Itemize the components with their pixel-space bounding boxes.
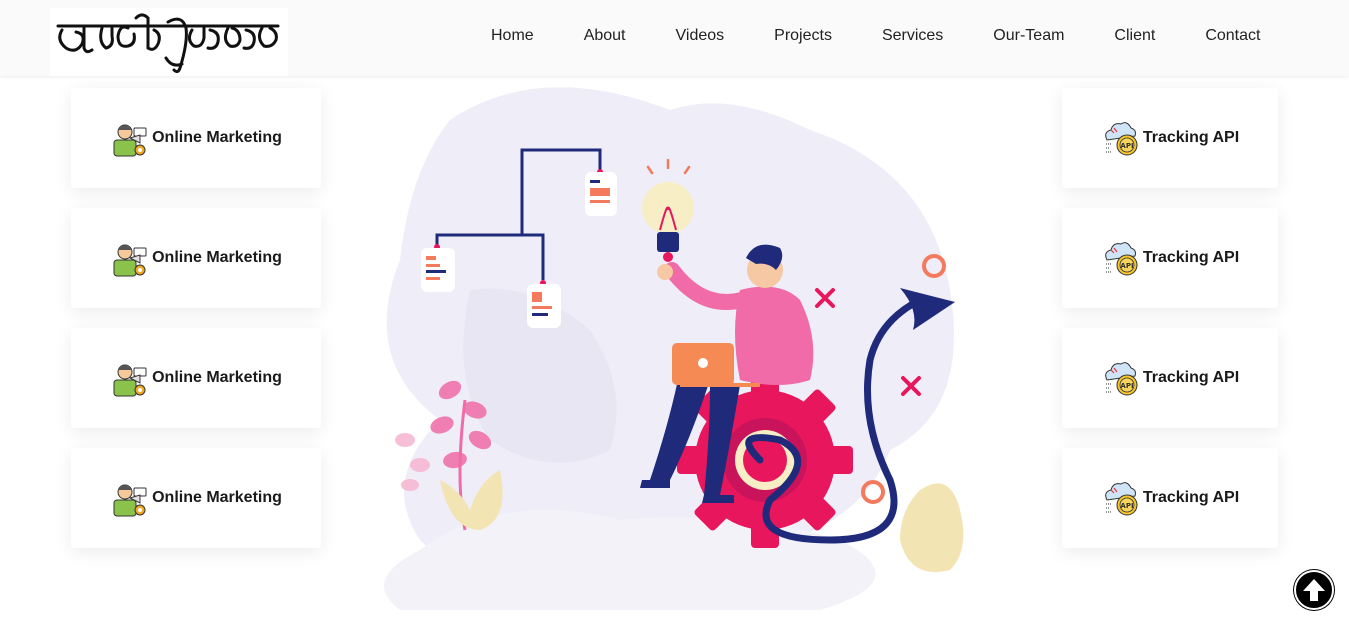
service-label: Online Marketing xyxy=(152,249,282,266)
svg-text:API: API xyxy=(1120,502,1133,510)
nav-contact[interactable]: Contact xyxy=(1180,0,1285,72)
marketing-person-icon xyxy=(113,124,147,157)
service-card-tracking-api[interactable]: API Tracking API xyxy=(1062,208,1278,308)
main-nav: Home About Videos Projects Services Our-… xyxy=(466,0,1285,72)
nav-client[interactable]: Client xyxy=(1089,0,1180,72)
navbar: Home About Videos Projects Services Our-… xyxy=(0,0,1349,76)
svg-text:API: API xyxy=(1120,382,1133,390)
service-label: Online Marketing xyxy=(152,489,282,506)
service-card-tracking-api[interactable]: API Tracking API xyxy=(1062,88,1278,188)
svg-text:API: API xyxy=(1120,262,1133,270)
brand-logo[interactable] xyxy=(50,8,288,76)
api-cloud-gear-icon: API xyxy=(1105,122,1138,156)
service-card-tracking-api[interactable]: API Tracking API xyxy=(1062,448,1278,548)
service-label: Tracking API xyxy=(1142,369,1240,386)
service-label: Tracking API xyxy=(1142,129,1240,146)
logo-calligraphy-image xyxy=(56,13,280,74)
service-card-online-marketing[interactable]: Online Marketing xyxy=(71,208,321,308)
service-card-online-marketing[interactable]: Online Marketing xyxy=(71,88,321,188)
nav-about[interactable]: About xyxy=(559,0,651,72)
api-cloud-gear-icon: API xyxy=(1105,362,1138,396)
service-card-online-marketing[interactable]: Online Marketing xyxy=(71,328,321,428)
api-cloud-gear-icon: API xyxy=(1105,482,1138,516)
nav-services[interactable]: Services xyxy=(857,0,968,72)
service-label: Tracking API xyxy=(1142,249,1240,266)
nav-videos[interactable]: Videos xyxy=(651,0,750,72)
hero-illustration xyxy=(380,80,1020,625)
arrow-up-icon xyxy=(1303,579,1325,601)
service-label: Online Marketing xyxy=(152,369,282,386)
nav-projects[interactable]: Projects xyxy=(749,0,857,72)
marketing-person-icon xyxy=(113,484,147,517)
nav-our-team[interactable]: Our-Team xyxy=(968,0,1089,72)
marketing-person-icon xyxy=(113,364,147,397)
service-card-online-marketing[interactable]: Online Marketing xyxy=(71,448,321,548)
api-cloud-gear-icon: API xyxy=(1105,242,1138,276)
marketing-person-icon xyxy=(113,244,147,277)
service-label: Tracking API xyxy=(1142,489,1240,506)
back-to-top-button[interactable] xyxy=(1294,570,1334,610)
service-label: Online Marketing xyxy=(152,129,282,146)
person-with-laptop-illustration xyxy=(384,87,964,610)
service-card-tracking-api[interactable]: API Tracking API xyxy=(1062,328,1278,428)
nav-home[interactable]: Home xyxy=(466,0,559,72)
svg-text:API: API xyxy=(1120,142,1133,150)
